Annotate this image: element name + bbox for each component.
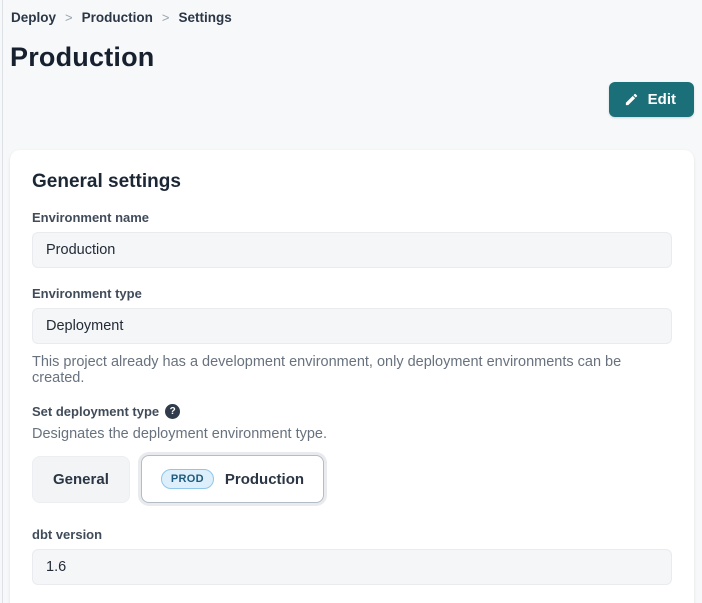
environment-name-label: Environment name bbox=[32, 210, 672, 225]
environment-type-label: Environment type bbox=[32, 286, 672, 301]
dbt-version-value: 1.6 bbox=[46, 559, 66, 575]
help-icon[interactable]: ? bbox=[165, 404, 180, 419]
deployment-type-toggle: General PROD Production bbox=[32, 455, 672, 503]
general-settings-card: General settings Environment name Produc… bbox=[10, 150, 694, 603]
page-title: Production bbox=[10, 42, 694, 73]
environment-name-value: Production bbox=[46, 242, 115, 258]
settings-page: Deploy > Production > Settings Productio… bbox=[0, 0, 702, 603]
deployment-type-label-text: Set deployment type bbox=[32, 404, 159, 419]
prod-badge: PROD bbox=[161, 469, 214, 489]
pencil-icon bbox=[624, 92, 639, 107]
page-actions: Edit bbox=[10, 82, 694, 117]
environment-type-field: Deployment bbox=[32, 308, 672, 344]
dbt-version-label: dbt version bbox=[32, 527, 672, 542]
breadcrumb-separator-icon: > bbox=[65, 10, 73, 25]
breadcrumb-production[interactable]: Production bbox=[82, 10, 153, 25]
breadcrumb-separator-icon: > bbox=[162, 10, 170, 25]
deployment-type-helper: Designates the deployment environment ty… bbox=[32, 426, 672, 442]
edit-button[interactable]: Edit bbox=[609, 82, 694, 117]
environment-type-helper: This project already has a development e… bbox=[32, 354, 672, 386]
deployment-type-option-general[interactable]: General bbox=[32, 456, 130, 503]
deployment-type-label: Set deployment type ? bbox=[32, 404, 672, 419]
production-option-label: Production bbox=[225, 471, 304, 488]
breadcrumb-settings: Settings bbox=[178, 10, 231, 25]
deployment-type-option-production[interactable]: PROD Production bbox=[141, 455, 324, 503]
breadcrumb-deploy[interactable]: Deploy bbox=[11, 10, 56, 25]
environment-type-value: Deployment bbox=[46, 318, 123, 334]
edit-button-label: Edit bbox=[648, 91, 676, 108]
card-title: General settings bbox=[32, 171, 672, 193]
breadcrumb: Deploy > Production > Settings bbox=[10, 10, 694, 25]
environment-name-field: Production bbox=[32, 232, 672, 268]
dbt-version-field: 1.6 bbox=[32, 549, 672, 585]
